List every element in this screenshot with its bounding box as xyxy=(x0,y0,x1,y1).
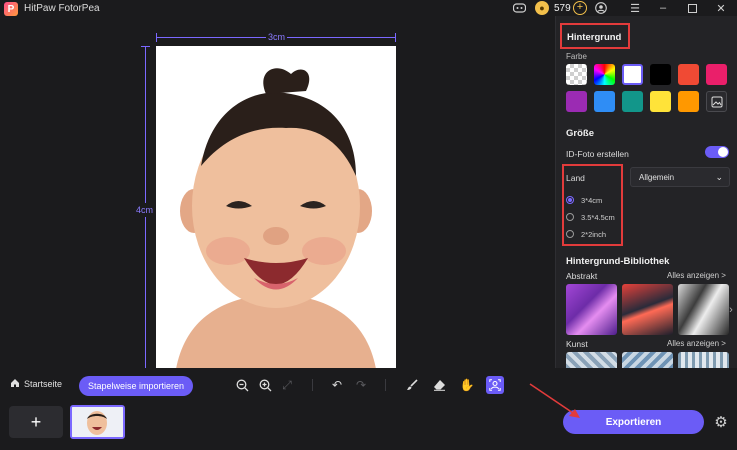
title-bar: P HitPaw FotorPea ● 579 + ☰ – ✕ xyxy=(0,0,737,16)
app-title: HitPaw FotorPea xyxy=(24,3,100,14)
minimize-icon[interactable]: – xyxy=(656,1,670,15)
add-coins-button[interactable]: + xyxy=(573,1,587,15)
home-label: Startseite xyxy=(24,379,63,389)
pink-swatch[interactable] xyxy=(706,64,727,85)
size-label-3x4: 3*4cm xyxy=(581,196,603,205)
blue-swatch[interactable] xyxy=(594,91,615,112)
category-art: Kunst xyxy=(566,339,588,349)
red-swatch[interactable] xyxy=(678,64,699,85)
menu-icon[interactable]: ☰ xyxy=(628,1,642,15)
abstract-thumb-1[interactable] xyxy=(566,284,617,335)
size-radio-2x2[interactable] xyxy=(566,230,574,238)
chevron-right-icon[interactable]: › xyxy=(724,303,737,317)
chevron-down-icon: ⌄ xyxy=(715,172,723,182)
brush-icon[interactable] xyxy=(404,377,420,393)
toolbar-divider xyxy=(385,379,386,391)
category-abstract: Abstrakt xyxy=(566,271,598,281)
canvas-area: 3cm 4cm xyxy=(0,16,555,369)
height-label: 4cm xyxy=(136,203,154,217)
id-photo-label: ID-Foto erstellen xyxy=(566,149,629,159)
id-photo-toggle[interactable] xyxy=(705,146,729,158)
hand-icon[interactable]: ✋ xyxy=(459,377,475,393)
show-all-art-link[interactable]: Alles anzeigen > xyxy=(667,339,726,348)
app-logo: P xyxy=(4,2,18,16)
coin-count: 579 xyxy=(554,3,571,14)
size-label-3.5x4.5: 3.5*4.5cm xyxy=(581,213,615,222)
color-label: Farbe xyxy=(566,52,587,61)
white-swatch[interactable] xyxy=(622,64,643,85)
teal-swatch[interactable] xyxy=(622,91,643,112)
color-picker-swatch[interactable] xyxy=(594,64,615,85)
image-thumbnail[interactable] xyxy=(70,405,125,439)
width-label: 3cm xyxy=(266,32,288,42)
black-swatch[interactable] xyxy=(650,64,671,85)
settings-gear-icon[interactable]: ⚙ xyxy=(712,413,730,431)
transparent-swatch[interactable] xyxy=(566,64,587,85)
abstract-thumb-2[interactable] xyxy=(622,284,673,335)
show-all-abstract-link[interactable]: Alles anzeigen > xyxy=(667,271,726,280)
home-icon xyxy=(10,378,20,390)
upload-image-icon[interactable] xyxy=(706,91,727,112)
orange-swatch[interactable] xyxy=(678,91,699,112)
country-select[interactable]: Allgemein ⌄ xyxy=(630,167,730,187)
size-radio-3x4[interactable] xyxy=(566,196,574,204)
art-thumb-2[interactable] xyxy=(622,352,673,368)
art-thumb-1[interactable] xyxy=(566,352,617,368)
size-title: Größe xyxy=(566,128,594,139)
settings-panel: Hintergrund Farbe Größe ID-Foto erstelle… xyxy=(555,16,737,368)
size-radio-3.5x4.5[interactable] xyxy=(566,213,574,221)
country-select-value: Allgemein xyxy=(639,173,675,182)
eraser-icon[interactable] xyxy=(431,377,447,393)
add-image-button[interactable]: + xyxy=(9,406,63,438)
coin-icon: ● xyxy=(535,1,549,15)
annotation-arrow xyxy=(529,383,580,418)
close-icon[interactable]: ✕ xyxy=(714,1,728,15)
country-label: Land xyxy=(566,173,585,183)
redo-icon[interactable]: ↷ xyxy=(353,377,369,393)
yellow-swatch[interactable] xyxy=(650,91,671,112)
discord-icon[interactable] xyxy=(512,1,526,15)
library-title: Hintergrund-Bibliothek xyxy=(566,256,670,267)
background-title: Hintergrund xyxy=(567,32,622,43)
zoom-out-icon[interactable] xyxy=(234,377,250,393)
undo-icon[interactable]: ↶ xyxy=(329,377,345,393)
bottom-bar: + Exportieren ⚙ xyxy=(0,401,737,450)
fit-screen-icon[interactable]: ⤢ xyxy=(279,377,295,393)
size-label-2x2: 2*2inch xyxy=(581,230,607,239)
batch-import-button[interactable]: Stapelweise importieren xyxy=(79,376,193,396)
toolbar-divider xyxy=(312,379,313,391)
zoom-in-icon[interactable] xyxy=(257,377,273,393)
maximize-icon[interactable] xyxy=(685,1,699,15)
id-photo-tool-icon[interactable] xyxy=(486,376,504,394)
abstract-thumb-3[interactable] xyxy=(678,284,729,335)
toolbar: Startseite Stapelweise importieren ⤢ ↶ ↷… xyxy=(0,368,555,401)
home-button[interactable]: Startseite xyxy=(10,378,62,390)
purple-swatch[interactable] xyxy=(566,91,587,112)
baby-photo[interactable] xyxy=(156,46,396,369)
art-thumb-3[interactable] xyxy=(678,352,729,368)
account-icon[interactable] xyxy=(594,1,608,15)
